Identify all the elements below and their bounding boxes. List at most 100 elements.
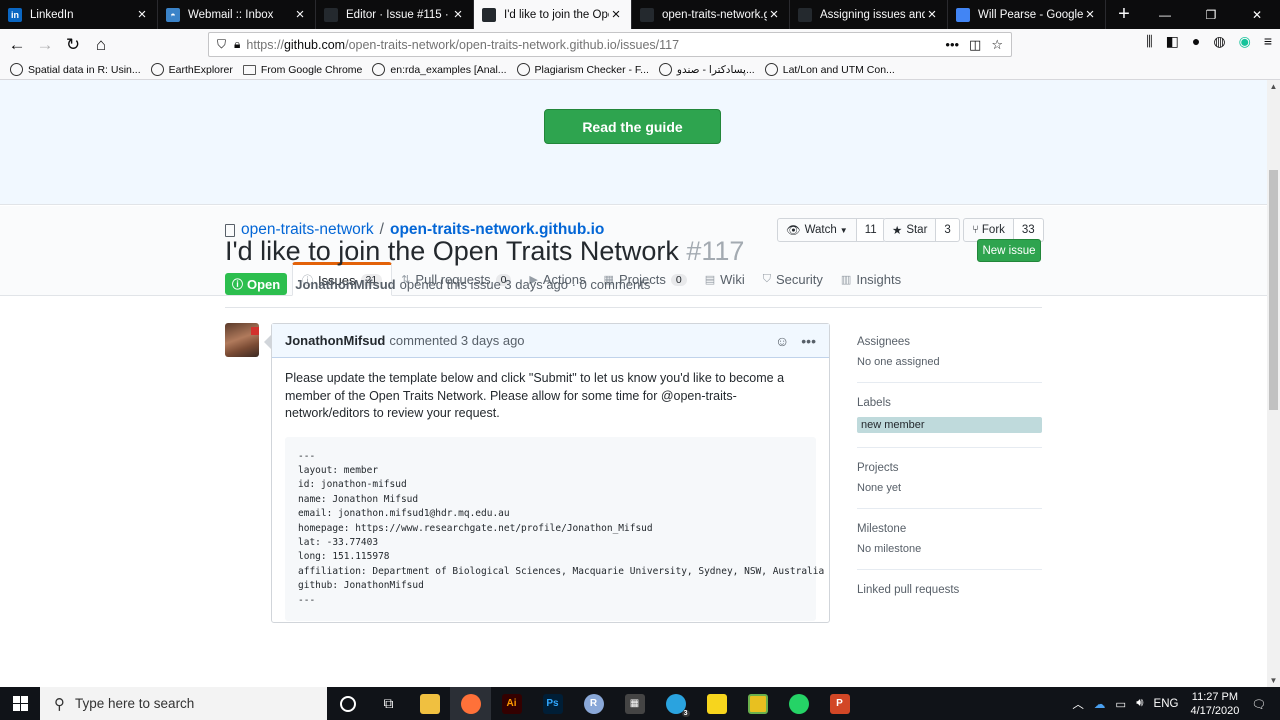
issue-title: I'd like to join the Open Traits Network… <box>225 236 744 267</box>
account-icon[interactable]: ● <box>1192 33 1200 50</box>
photoshop-icon[interactable]: Ps <box>532 687 573 720</box>
sticky-notes-icon[interactable] <box>696 687 737 720</box>
scroll-down-icon[interactable]: ▼ <box>1267 676 1280 685</box>
page-scrollbar[interactable]: ▲ ▼ <box>1267 80 1280 687</box>
notifications-icon[interactable]: 🗨︎ <box>1251 697 1266 711</box>
browser-tab[interactable]: in LinkedIn × <box>0 0 158 29</box>
restore-icon[interactable]: ❐ <box>1188 0 1234 29</box>
calculator-icon[interactable]: ▦ <box>614 687 655 720</box>
comment-author-link[interactable]: JonathonMifsud <box>285 333 385 348</box>
grammarly-icon[interactable]: ◉ <box>1239 33 1251 50</box>
start-button[interactable] <box>0 687 40 720</box>
illustrator-icon[interactable]: Ai <box>491 687 532 720</box>
bookmark-item[interactable]: From Google Chrome <box>242 64 362 76</box>
close-tab-icon[interactable]: × <box>451 7 465 22</box>
read-guide-button[interactable]: Read the guide <box>544 109 721 144</box>
browser-tab[interactable]: I'd like to join the Open × <box>474 0 632 29</box>
browser-tab[interactable]: Editor · Issue #115 · ope× <box>316 0 474 29</box>
browser-tab[interactable]: Will Pearse - Google Sch× <box>948 0 1106 29</box>
assignees-heading[interactable]: Assignees <box>857 336 1042 348</box>
page-actions-icon[interactable]: ••• <box>945 37 959 53</box>
sidebar-icon[interactable]: ◧ <box>1166 33 1179 50</box>
forward-icon[interactable]: → <box>32 32 58 58</box>
bookmark-item[interactable]: پسادکترا - صندو... <box>658 63 755 76</box>
browser-tab-strip: in LinkedIn × ◓ Webmail :: Inbox × Editor · Is… <box>0 0 1280 29</box>
star-button[interactable]: ★ Star <box>883 218 937 242</box>
star-count[interactable]: 3 <box>936 218 960 242</box>
library-icon[interactable]: ⫼ <box>1146 33 1152 50</box>
menu-icon[interactable]: ≡ <box>1264 33 1272 50</box>
comment-text: Please update the template below and cli… <box>285 371 785 420</box>
clock-date: 4/17/2020 <box>1190 704 1240 717</box>
close-tab-icon[interactable]: × <box>135 7 149 22</box>
url-bar[interactable]: ⛉ 🔒︎ https://github.com/open-traits-netw… <box>208 32 1012 57</box>
labels-heading[interactable]: Labels <box>857 397 1042 409</box>
onedrive-icon[interactable]: ☁ <box>1094 697 1106 711</box>
close-tab-icon[interactable]: × <box>767 7 781 22</box>
watch-button[interactable]: 👁︎ Watch ▼ <box>777 218 857 242</box>
notes-app-icon[interactable] <box>737 687 778 720</box>
close-tab-icon[interactable]: × <box>925 7 939 22</box>
browser-tab[interactable]: open-traits-network.gith× <box>632 0 790 29</box>
whatsapp-icon[interactable] <box>778 687 819 720</box>
kebab-menu-icon[interactable]: ••• <box>801 333 816 349</box>
close-window-icon[interactable]: ✕ <box>1234 0 1280 29</box>
new-tab-icon[interactable]: + <box>1106 0 1142 29</box>
bookmark-item[interactable]: en:rda_examples [Anal... <box>372 63 507 76</box>
r-app-icon[interactable]: R <box>573 687 614 720</box>
firefox-icon[interactable] <box>450 687 491 720</box>
tab-wiki[interactable]: ▤ Wiki <box>696 263 754 296</box>
volume-icon[interactable]: 🔊︎ <box>1136 697 1143 710</box>
file-explorer-icon[interactable] <box>409 687 450 720</box>
show-hidden-icons-icon[interactable]: ︿ <box>1072 696 1084 712</box>
task-view-icon[interactable]: ⧉ <box>368 687 409 720</box>
tab-security[interactable]: ⛉ Security <box>754 263 832 296</box>
telegram-icon[interactable]: 3 <box>655 687 696 720</box>
bookmark-label: en:rda_examples [Anal... <box>390 63 507 76</box>
extension-icon[interactable]: ◍ <box>1213 33 1225 50</box>
browser-tab[interactable]: Assigning issues and pul× <box>790 0 948 29</box>
bookmark-icon <box>764 63 778 76</box>
powerpoint-icon[interactable]: P <box>819 687 860 720</box>
network-icon[interactable]: ▭ <box>1115 697 1126 711</box>
repo-icon <box>225 223 235 237</box>
clock[interactable]: 11:27 PM 4/17/2020 <box>1190 690 1239 718</box>
close-tab-icon[interactable]: × <box>1083 7 1097 22</box>
taskbar-search[interactable]: ⚲ Type here to search <box>40 687 327 720</box>
bookmark-item[interactable]: Plagiarism Checker - F... <box>516 63 649 76</box>
shield-icon[interactable]: ⛉ <box>217 37 226 52</box>
milestone-heading[interactable]: Milestone <box>857 523 1042 535</box>
scholar-icon <box>956 7 970 22</box>
lock-icon[interactable]: 🔒︎ <box>234 37 240 52</box>
webmail-icon: ◓ <box>166 7 180 22</box>
projects-heading[interactable]: Projects <box>857 462 1042 474</box>
minimize-icon[interactable]: — <box>1142 0 1188 29</box>
cortana-icon[interactable] <box>327 687 368 720</box>
watch-count[interactable]: 11 <box>856 218 886 242</box>
new-issue-button[interactable]: New issue <box>977 239 1041 262</box>
bookmark-star-icon[interactable]: ☆ <box>991 37 1003 53</box>
bookmark-item[interactable]: Lat/Lon and UTM Con... <box>764 63 895 76</box>
issue-author-link[interactable]: JonathonMifsud <box>295 277 395 292</box>
avatar[interactable] <box>225 323 259 357</box>
reload-icon[interactable]: ↻ <box>60 32 86 58</box>
taskbar-search-placeholder: Type here to search <box>75 696 195 711</box>
close-tab-icon[interactable]: × <box>293 7 307 22</box>
scrollbar-thumb[interactable] <box>1269 170 1278 410</box>
issue-opened-text: opened this issue 3 days ago · 0 comment… <box>399 276 651 292</box>
bookmark-item[interactable]: EarthExplorer <box>150 63 233 76</box>
back-icon[interactable]: ← <box>4 32 30 58</box>
browser-tab[interactable]: ◓ Webmail :: Inbox × <box>158 0 316 29</box>
pocket-icon[interactable]: ◫ <box>969 37 981 53</box>
emoji-reaction-icon[interactable]: ☺ <box>775 333 789 349</box>
home-icon[interactable]: ⌂ <box>88 32 114 58</box>
scroll-up-icon[interactable]: ▲ <box>1267 82 1280 91</box>
bookmark-item[interactable]: Spatial data in R: Usin... <box>10 63 141 76</box>
windows-logo-icon <box>12 696 28 711</box>
header-divider <box>225 307 1042 308</box>
comment-time[interactable]: commented 3 days ago <box>389 333 524 348</box>
label-new-member[interactable]: new member <box>857 417 1042 433</box>
language-indicator[interactable]: ENG <box>1154 698 1179 710</box>
close-tab-icon[interactable]: × <box>609 7 623 22</box>
tab-insights[interactable]: ▥ Insights <box>832 263 910 296</box>
